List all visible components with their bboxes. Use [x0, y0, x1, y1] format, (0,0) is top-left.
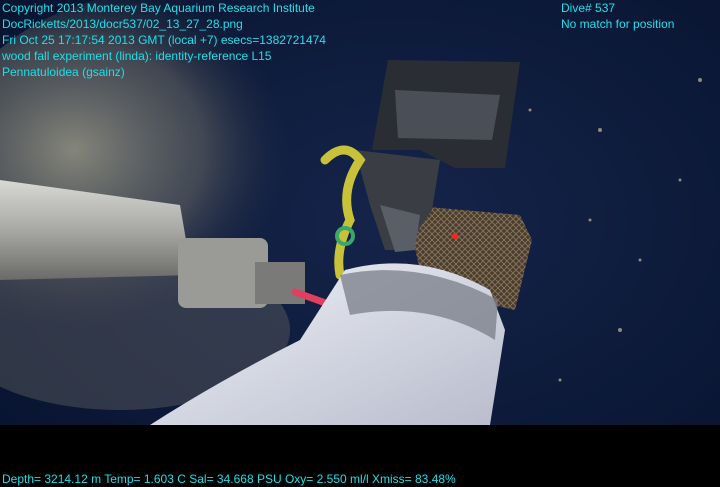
dive-number: Dive# 537	[561, 1, 616, 15]
timestamp-line: Fri Oct 25 17:17:54 2013 GMT (local +7) …	[2, 33, 326, 47]
arm-wrist	[178, 238, 268, 308]
laser-dot	[452, 233, 458, 239]
position-status: No match for position	[561, 17, 675, 31]
overlay-left-block: Copyright 2013 Monterey Bay Aquarium Res…	[2, 0, 326, 80]
file-path-line: DocRicketts/2013/docr537/02_13_27_28.png	[2, 17, 243, 31]
sensor-readout: Depth= 3214.12 m Temp= 1.603 C Sal= 34.6…	[2, 472, 456, 486]
arm-gripper	[255, 262, 305, 304]
experiment-line: wood fall experiment (linda): identity-r…	[2, 49, 272, 63]
overlay-right-block: Dive# 537 No match for position	[561, 0, 674, 32]
annotation-line: Pennatuloidea (gsainz)	[2, 65, 125, 79]
copyright-line: Copyright 2013 Monterey Bay Aquarium Res…	[2, 1, 315, 15]
upper-manipulator-panel	[395, 90, 500, 140]
